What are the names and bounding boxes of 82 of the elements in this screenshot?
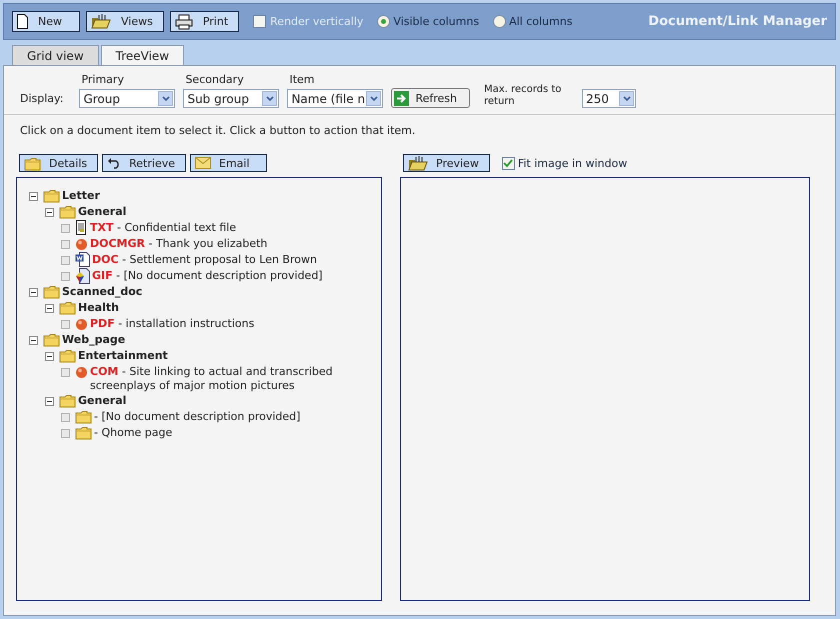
leaf-marker [61,320,70,329]
document-item[interactable]: GIF - [No document description provided] [92,268,352,283]
collapse-toggle[interactable] [29,192,38,201]
dropdown[interactable]: Group [79,89,176,108]
arrow-icon [394,90,410,106]
document-item[interactable]: - Qhome page [94,425,354,440]
document-item[interactable]: TXT - Confidential text file [90,220,350,235]
refresh-button[interactable]: Refresh [391,88,470,108]
leaf-marker [61,413,70,422]
image-file-icon [75,268,90,284]
checkbox[interactable] [253,15,266,28]
folder-label[interactable]: Scanned_doc [62,284,142,300]
action-button[interactable]: Retrieve [102,154,186,172]
app-title: Document/Link Manager [648,14,827,29]
dropdown[interactable]: Sub group [183,89,280,108]
select-caption: Item [288,73,316,86]
document-item[interactable]: DOC - Settlement proposal to Len Brown [92,252,352,267]
leaf-marker [61,224,70,233]
envelope-icon [195,157,211,169]
ball-icon [75,318,88,331]
collapse-toggle[interactable] [29,336,38,345]
document-item[interactable]: DOCMGR - Thank you elizabeth [90,236,350,251]
checkbox-label: Render vertically [270,15,364,28]
folder-label[interactable]: Health [78,300,119,316]
checkbox-label: Fit image in window [518,156,628,170]
dropdown[interactable]: 250 [582,89,636,108]
document-item[interactable]: - [No document description provided] [94,409,354,424]
action-button[interactable]: Email [190,154,267,172]
word-document-icon [75,252,90,267]
action-button[interactable]: Details [19,154,98,172]
folder-icon [75,426,92,440]
leaf-marker [61,240,70,249]
document-item[interactable]: PDF - installation instructions [90,316,350,331]
tab[interactable]: TreeView [100,45,184,65]
collapse-toggle[interactable] [45,208,54,217]
display-label: Display: [20,92,64,105]
page-icon [17,14,28,29]
tab[interactable]: Grid view [12,45,99,65]
folder-icon [43,189,60,203]
ball-icon [75,366,88,379]
collapse-toggle[interactable] [45,304,54,313]
folder-label[interactable]: Web_page [62,332,126,348]
folder-label[interactable]: Entertainment [78,348,168,364]
folder-icon [59,394,76,408]
select-caption: Primary [80,73,125,86]
leaf-marker [61,429,70,438]
collapse-toggle[interactable] [45,397,54,406]
max-records-label: Max. records to return [484,84,562,108]
collapse-toggle[interactable] [45,352,54,361]
folder-icon [59,349,76,363]
leaf-marker [61,256,70,265]
instructions-text: Click on a document item to select it. Click a button to action that item. [19,123,416,139]
folder-icon [91,14,111,29]
toolbar-button[interactable]: New [12,11,80,32]
radio-button[interactable] [377,15,390,28]
collapse-toggle[interactable] [29,288,38,297]
dropdown[interactable]: Name (file n [287,89,384,108]
select-caption: Secondary [184,73,245,86]
undo-icon [107,158,122,168]
toolbar-button[interactable]: Print [170,11,240,32]
radio-label: All columns [509,15,572,28]
folder-label[interactable]: General [78,204,126,220]
toolbar-button[interactable]: Views [86,11,164,32]
folder-label[interactable]: Letter [62,188,100,204]
checkbox[interactable] [502,156,515,170]
leaf-marker [61,272,70,281]
ball-icon [75,238,88,251]
printer-icon [174,14,193,30]
preview-button[interactable]: Preview [403,154,490,172]
folder-icon [59,301,76,315]
folder-icon [24,156,41,170]
document-item[interactable]: COM - Site linking to actual and transcribed screenplays of major motion pictures [90,364,350,393]
leaf-marker [61,368,70,377]
radio-button[interactable] [493,15,506,28]
folder-icon [43,333,60,347]
text-file-icon [75,220,88,235]
folder-icon [75,410,92,424]
radio-label: Visible columns [393,15,480,28]
folder-label[interactable]: General [78,393,126,409]
folder-icon [408,156,428,170]
folder-icon [43,285,60,299]
folder-icon [59,205,76,219]
